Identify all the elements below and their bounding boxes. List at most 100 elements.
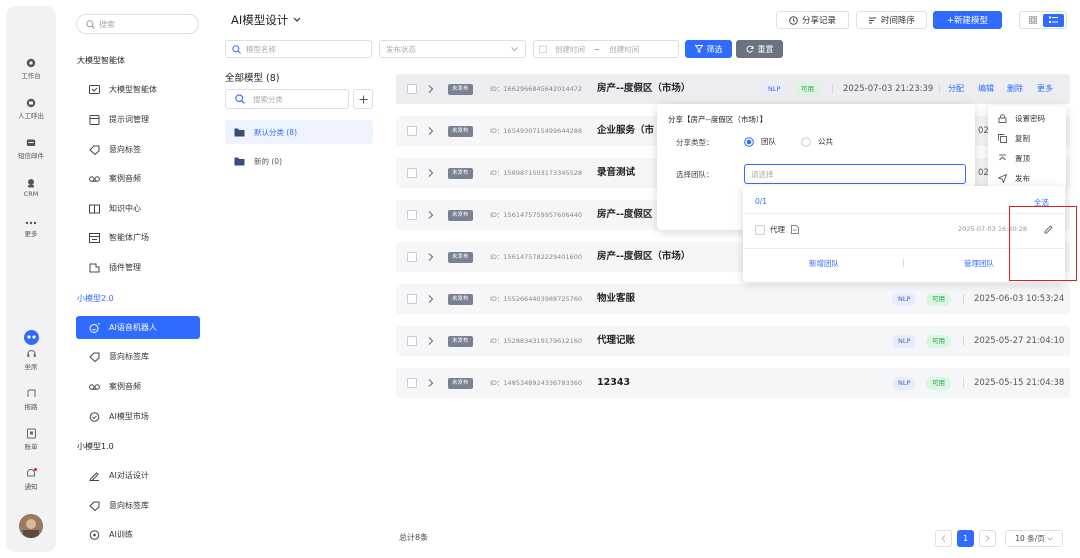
chevron-right-icon[interactable] [428,211,434,219]
nav-item-ai-train[interactable]: AI训练 [76,523,200,546]
nav-item-intent-tag-lib[interactable]: 意向标签库 [76,345,200,368]
nav-item-agent[interactable]: 大模型智能体 [76,78,200,101]
edit-action[interactable]: 编辑 [978,82,994,96]
menu-item-label: 置顶 [1015,154,1030,163]
assistant-avatar[interactable] [24,330,39,345]
page-title[interactable]: AI模型设计 [231,12,301,28]
category-item-new[interactable]: 新的 (0) [225,149,373,173]
chevron-right-icon[interactable] [428,337,434,345]
rail-item-more[interactable]: 更多 [6,220,56,238]
table-row[interactable]: 未发布 ID：1552664403988725760 物业客服 NLP 可用 2… [396,284,1070,314]
rail-item-manual-call[interactable]: 人工呼出 [6,98,56,120]
chevron-right-icon[interactable] [428,169,434,177]
rail-item-route[interactable]: 拖路 [6,388,56,411]
team-option-daili[interactable]: 代理 [755,224,799,235]
page-size-select[interactable]: 10 条/页 [1005,530,1063,547]
table-row[interactable]: 未发布 ID：1528834319179612160 代理记账 NLP 可用 2… [396,326,1070,356]
refresh-icon [746,45,753,53]
table-row[interactable]: 未发布 ID：1485348924336783360 12343 NLP 可用 … [396,368,1070,398]
category-search-input[interactable]: 搜索分类 [225,89,349,109]
select-team-placeholder: 请选择 [751,169,774,179]
nav-item-case-audio[interactable]: 案例音频 [76,167,200,190]
row-checkbox[interactable] [407,168,417,178]
delete-action[interactable]: 删除 [1007,82,1023,96]
rail-label: 通知 [24,483,38,491]
row-time: 2025-05-27 21:04:10 [974,336,1065,346]
row-checkbox[interactable] [407,252,417,262]
nav-item-agent-square[interactable]: 智能体广场 [76,226,200,249]
rail-item-sms-mail[interactable]: 短信邮件 [6,138,56,160]
status-badge: 未发布 [448,84,473,95]
rail-item-seat[interactable]: 坐席 [6,348,56,371]
share-type-team-radio[interactable]: 团队 [744,136,776,147]
team-name: 代理 [770,225,785,234]
nav-item-knowledge[interactable]: 知识中心 [76,197,200,220]
category-item-default[interactable]: 默认分类 (8) [225,120,373,144]
category-search-placeholder: 搜索分类 [253,94,283,104]
new-model-button[interactable]: +新建模型 [933,11,1002,29]
team-checkbox[interactable] [755,224,765,235]
menu-item-publish[interactable]: 发布 [998,173,1030,184]
chevron-right-icon[interactable] [428,127,434,135]
total-count: 总计8条 [399,533,429,542]
nav-section-title: 小模型2.0 [77,294,114,303]
prev-page-button[interactable] [935,530,952,547]
category-panel-title: 全部模型 (8) [225,73,280,84]
rail-item-bill[interactable]: 账单 [6,428,56,451]
end-time-placeholder: 创建时间 [609,44,640,54]
grid-view-button[interactable] [1022,14,1043,27]
user-avatar[interactable] [19,514,43,538]
nav-item-plugin[interactable]: 插件管理 [76,256,200,279]
row-checkbox[interactable] [407,126,417,136]
table-row[interactable]: 未发布 ID：1662966845642014472 房产--度假区（市场） N… [396,74,1070,104]
publish-status-select[interactable]: 发布状态 [379,40,526,58]
chevron-right-icon[interactable] [428,85,434,93]
assign-action[interactable]: 分配 [948,82,964,96]
add-category-button[interactable] [353,89,373,109]
nav-search-input[interactable]: 搜索 [76,14,199,34]
model-name-input[interactable]: 模型名称 [225,40,372,58]
row-time: 2025-05-15 21:04:38 [974,378,1065,388]
share-record-button[interactable]: 分享记录 [776,11,849,29]
nav-item-ai-dialog-design[interactable]: AI对话设计 [76,464,200,487]
created-time-range[interactable]: 创建时间 ~ 创建时间 [533,40,679,58]
reset-button[interactable]: 重置 [736,40,783,58]
row-checkbox[interactable] [407,294,417,304]
list-view-button[interactable] [1043,13,1064,27]
page-number[interactable]: 1 [957,530,974,547]
nav-item-prompt[interactable]: 提示词管理 [76,108,200,131]
more-action[interactable]: 更多 [1037,82,1053,96]
menu-item-pin-top[interactable]: 置顶 [998,153,1030,164]
menu-item-copy[interactable]: 复制 [998,133,1030,144]
row-name: 12343 [597,377,631,388]
manage-team-button[interactable]: 管理团队 [964,258,994,269]
time-sort-button[interactable]: 时间降序 [856,11,927,29]
rail-item-notify[interactable]: 通知 [6,468,56,491]
nav-item-case-audio-2[interactable]: 案例音频 [76,375,200,398]
rail-item-crm[interactable]: CRM [6,178,56,198]
chevron-right-icon[interactable] [428,379,434,387]
add-team-button[interactable]: 新增团队 [809,258,839,269]
row-checkbox[interactable] [407,210,417,220]
nav-item-ai-market[interactable]: AI模型市场 [76,405,200,428]
next-page-button[interactable] [979,530,996,547]
row-checkbox[interactable] [407,378,417,388]
chevron-right-icon[interactable] [428,253,434,261]
menu-item-set-password[interactable]: 设置密码 [998,113,1045,124]
select-team-input[interactable]: 请选择 [744,164,966,184]
row-name: 房产--度假区 [597,209,653,220]
chevron-right-icon[interactable] [428,295,434,303]
filter-icon [694,45,703,53]
rail-item-workbench[interactable]: 工作台 [6,58,56,80]
nav-item-ai-voice-robot[interactable]: AI语音机器人 [76,316,200,339]
more-menu: 设置密码 复制 置顶 发布 [988,106,1066,190]
filter-button[interactable]: 筛选 [685,40,732,58]
nav-item-intent-tag[interactable]: 意向标签 [76,138,200,161]
nav-item-intent-tag-lib-2[interactable]: 意向标签库 [76,494,200,517]
row-checkbox[interactable] [407,336,417,346]
seat-icon [26,350,36,357]
range-separator: ~ [594,44,601,54]
share-type-public-radio[interactable]: 公共 [801,136,833,147]
book-icon [89,204,100,213]
row-checkbox[interactable] [407,84,417,94]
